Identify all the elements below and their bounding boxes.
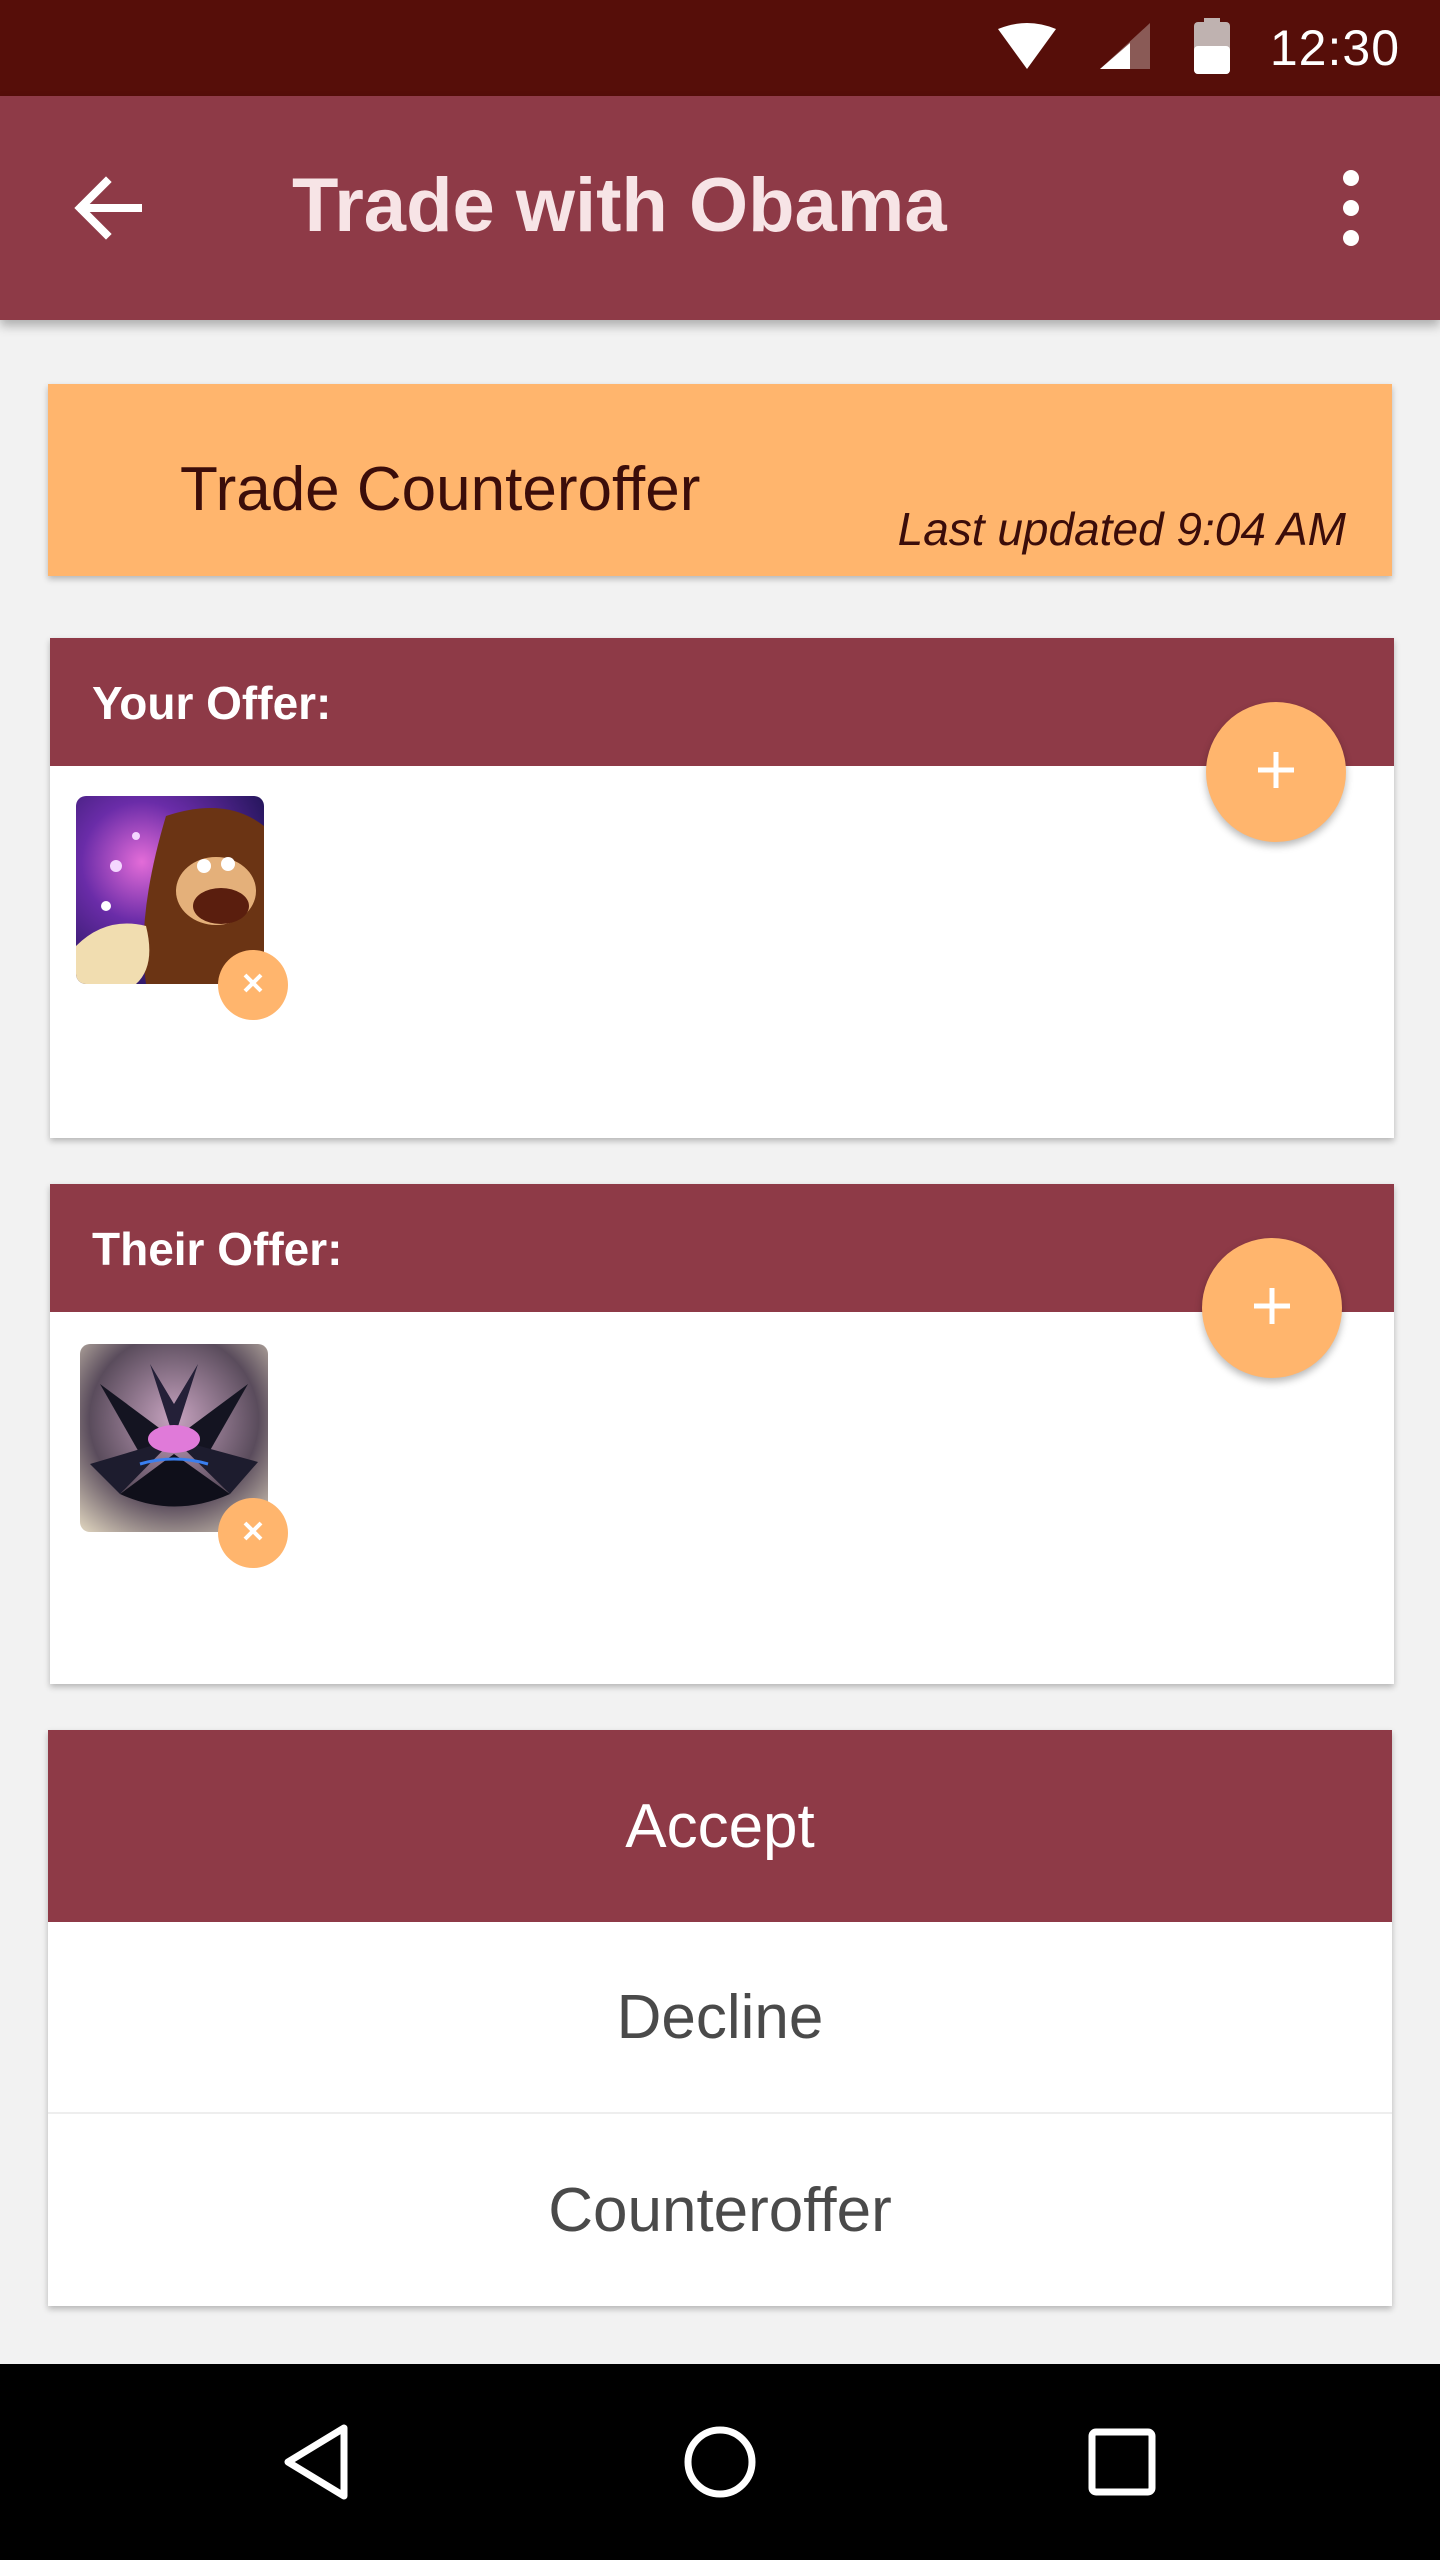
trade-actions: Accept Decline Counteroffer: [48, 1730, 1392, 2306]
counteroffer-button[interactable]: Counteroffer: [48, 2114, 1392, 2306]
nav-home-icon[interactable]: [672, 2414, 768, 2510]
plus-icon: [1250, 1284, 1294, 1333]
system-nav-bar: [0, 2364, 1440, 2560]
status-bar: 12:30: [0, 0, 1440, 96]
nav-back-icon[interactable]: [272, 2414, 368, 2510]
their-offer-label: Their Offer:: [92, 1223, 343, 1275]
plus-icon: [1254, 748, 1298, 797]
close-icon: [242, 972, 264, 999]
trade-title: Trade Counteroffer: [180, 455, 701, 524]
trade-status-card: Trade Counteroffer Last updated 9:04 AM: [48, 384, 1392, 576]
last-updated-label: Last updated 9:04 AM: [897, 503, 1346, 555]
their-offer-header: Their Offer:: [50, 1184, 1394, 1312]
add-card-button[interactable]: [1206, 702, 1346, 842]
remove-card-button[interactable]: [218, 1498, 288, 1568]
app-bar: Trade with Obama: [0, 96, 1440, 320]
add-card-button[interactable]: [1202, 1238, 1342, 1378]
status-time: 12:30: [1269, 20, 1400, 76]
nav-recents-icon[interactable]: [1074, 2414, 1170, 2510]
arrow-back-icon[interactable]: [72, 172, 144, 244]
your-offer-header: Your Offer:: [50, 638, 1394, 766]
close-icon: [242, 1520, 264, 1547]
wifi-icon: [997, 22, 1056, 74]
your-offer-label: Your Offer:: [92, 677, 332, 729]
battery-icon: [1193, 17, 1230, 79]
accept-button[interactable]: Accept: [48, 1730, 1392, 1922]
remove-card-button[interactable]: [218, 950, 288, 1020]
decline-button[interactable]: Decline: [48, 1922, 1392, 2114]
your-offer-card: Your Offer:: [50, 638, 1394, 1138]
more-vert-icon[interactable]: [1326, 166, 1376, 250]
cell-signal-icon: [1099, 22, 1150, 74]
their-offer-card: Their Offer:: [50, 1184, 1394, 1684]
page-title: Trade with Obama: [292, 163, 947, 248]
